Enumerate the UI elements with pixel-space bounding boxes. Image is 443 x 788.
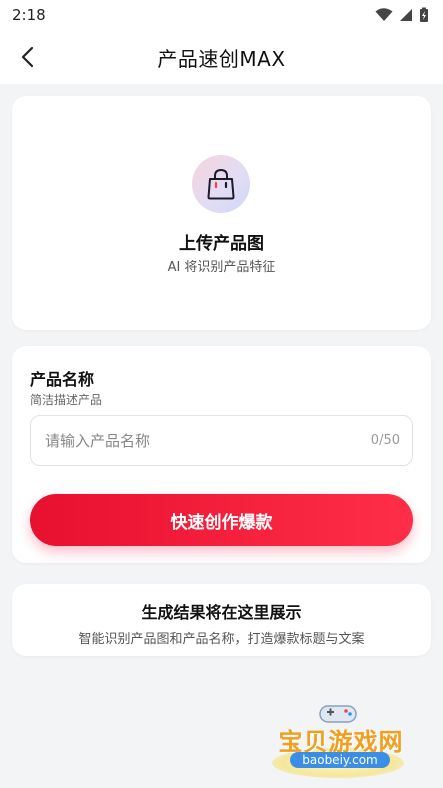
upload-icon-circle — [192, 155, 250, 213]
status-bar: 2:18 — [0, 0, 443, 30]
watermark-url: baobeiy.com — [290, 752, 390, 768]
upload-image-card[interactable]: 上传产品图 AI 将识别产品特征 — [12, 96, 431, 330]
page-title: 产品速创MAX — [157, 46, 286, 71]
upload-title: 上传产品图 — [179, 234, 264, 254]
status-time: 2:18 — [12, 6, 46, 24]
battery-icon — [420, 7, 428, 22]
shopping-bag-icon — [207, 168, 235, 200]
product-name-title: 产品名称 — [30, 370, 95, 389]
chevron-left-icon — [21, 46, 34, 68]
product-name-subtitle: 简洁描述产品 — [30, 393, 103, 407]
upload-subtitle: AI 将识别产品特征 — [167, 260, 276, 275]
result-title: 生成结果将在这里展示 — [141, 603, 302, 622]
status-icons — [375, 7, 429, 23]
quick-create-button[interactable]: 快速创作爆款 — [30, 494, 413, 546]
back-button[interactable] — [14, 44, 40, 70]
result-card: 生成结果将在这里展示 智能识别产品图和产品名称，打造爆款标题与文案 — [12, 584, 431, 656]
product-name-input-box[interactable]: 0/50 — [30, 415, 413, 466]
char-counter: 0/50 — [370, 433, 400, 448]
product-name-input[interactable] — [45, 431, 345, 450]
nav-bar: 产品速创MAX — [0, 30, 443, 84]
wifi-icon — [375, 8, 393, 21]
signal-icon — [400, 9, 412, 21]
result-subtitle: 智能识别产品图和产品名称，打造爆款标题与文案 — [78, 632, 365, 647]
watermark-logo: 宝贝游戏网 baobeiy.com — [266, 694, 416, 784]
product-name-card: 产品名称 简洁描述产品 0/50 快速创作爆款 — [12, 346, 431, 563]
